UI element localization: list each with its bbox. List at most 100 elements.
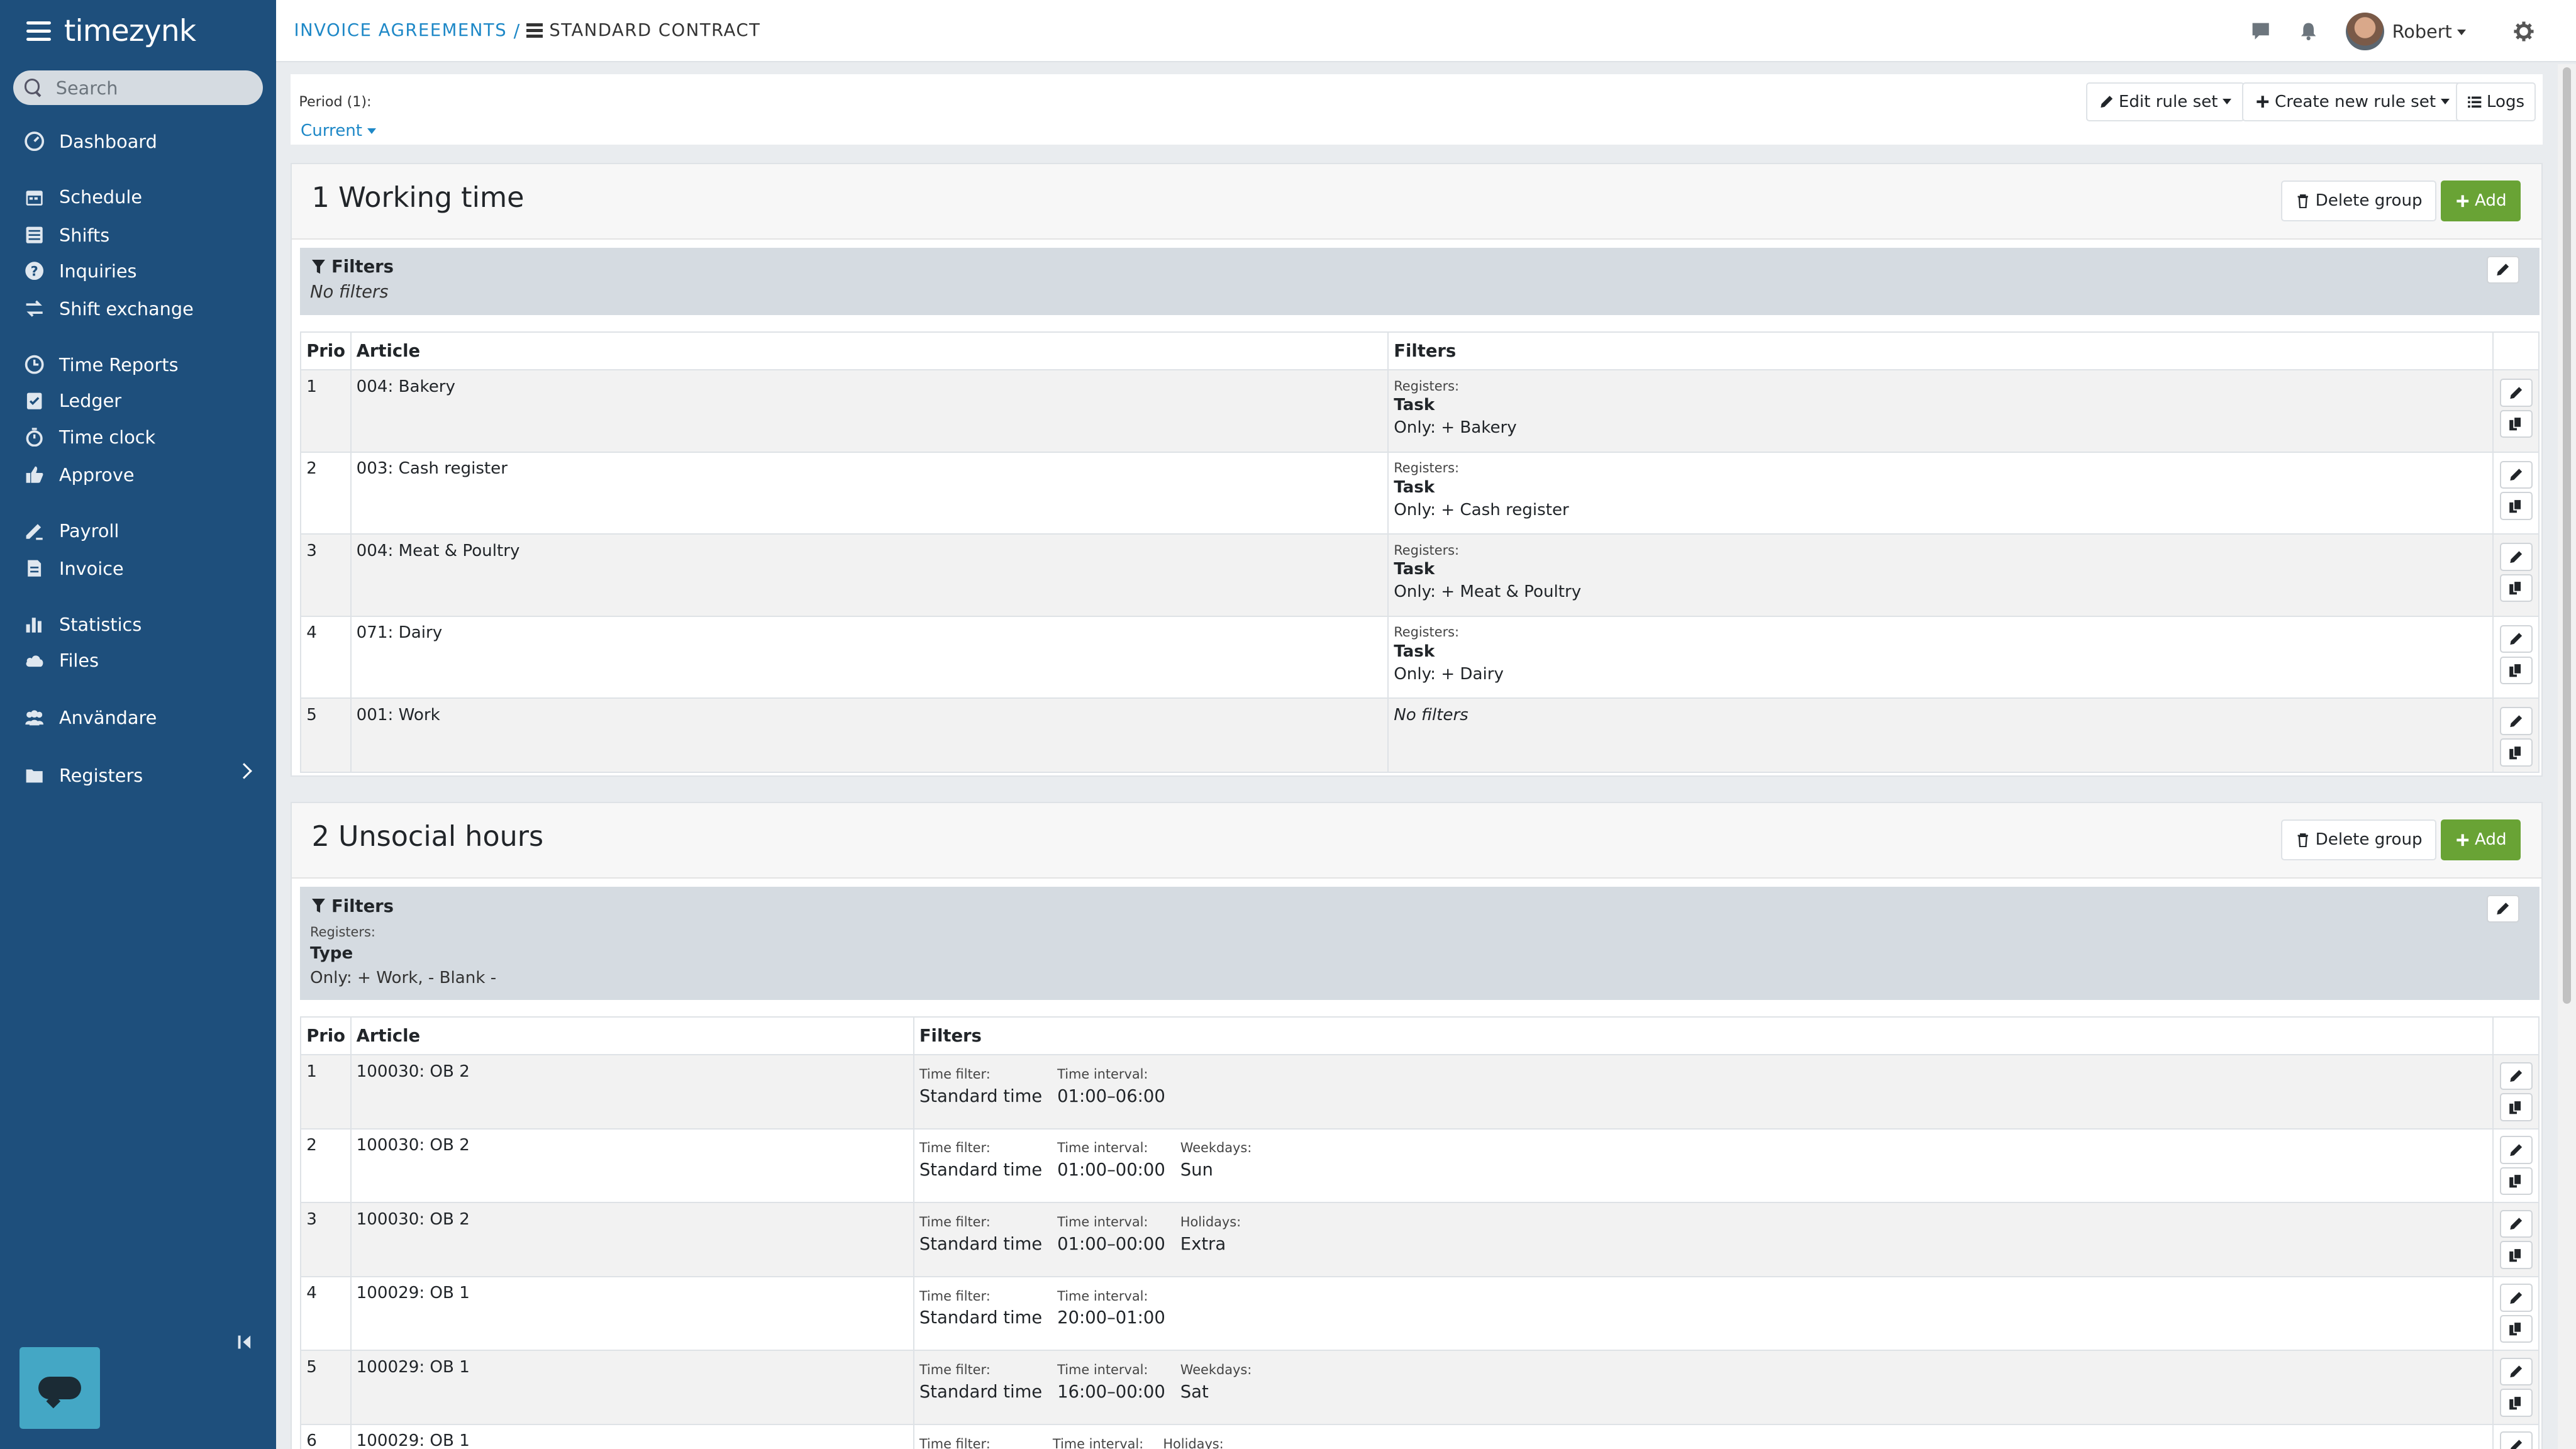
prio-cell: 2	[300, 1128, 352, 1204]
caret-down-icon	[2223, 99, 2232, 106]
copy-row-button[interactable]	[2500, 1389, 2533, 1417]
time-filter: Time filter: Standard time	[919, 1062, 1042, 1110]
edit-rule-set-button[interactable]: Edit rule set	[2086, 82, 2245, 122]
sidebar-item-users[interactable]: Användare	[0, 700, 276, 736]
logs-button[interactable]: Logs	[2455, 82, 2536, 122]
prio-cell: 4	[300, 1275, 352, 1352]
bell-icon[interactable]	[2299, 21, 2318, 41]
sidebar-item-schedule[interactable]: Schedule	[0, 179, 276, 215]
group-unsocial-hours: 2 Unsocial hours Delete group Add Filter…	[291, 801, 2543, 1449]
delete-group-button[interactable]: Delete group	[2281, 819, 2437, 861]
page-scrollbar[interactable]	[2557, 64, 2576, 1449]
copy-row-button[interactable]	[2500, 1241, 2533, 1269]
edit-row-button[interactable]	[2500, 460, 2533, 489]
add-button[interactable]: Add	[2440, 180, 2521, 221]
sidebar-item-label: Ledger	[59, 390, 122, 412]
messages-icon[interactable]	[2251, 21, 2270, 41]
cloud-icon	[25, 650, 44, 670]
edit-row-button[interactable]	[2500, 707, 2533, 735]
prio-cell: 2	[300, 451, 352, 535]
copy-row-button[interactable]	[2500, 1167, 2533, 1196]
table-row: 2 003: Cash register Registers: Task Onl…	[300, 451, 2540, 535]
copy-row-button[interactable]	[2500, 1314, 2533, 1343]
article-cell: 071: Dairy	[350, 615, 1389, 699]
edit-row-button[interactable]	[2500, 379, 2533, 407]
group-title: 1 Working time	[311, 182, 525, 214]
table-row: 6 100029: OB 1 Time filter: Time interva…	[300, 1423, 2540, 1449]
copy-row-button[interactable]	[2500, 492, 2533, 520]
scrollbar-thumb[interactable]	[2562, 67, 2571, 1004]
sidebar-item-files[interactable]: Files	[0, 642, 276, 678]
user-menu[interactable]: Robert	[2392, 21, 2466, 42]
sidebar-item-approve[interactable]: Approve	[0, 457, 276, 492]
sidebar-item-registers[interactable]: Registers	[0, 757, 276, 793]
add-button[interactable]: Add	[2440, 819, 2521, 861]
edit-row-button[interactable]	[2500, 1284, 2533, 1312]
article-cell: 100029: OB 1	[350, 1350, 914, 1425]
calendar-icon	[25, 187, 44, 207]
article-cell: 003: Cash register	[350, 451, 1389, 535]
plus-icon	[2457, 833, 2468, 846]
sidebar-item-shift-exchange[interactable]: Shift exchange	[0, 291, 276, 326]
article-cell: 100030: OB 2	[350, 1202, 914, 1277]
copy-row-button[interactable]	[2500, 409, 2533, 438]
sidebar-item-time-clock[interactable]: Time clock	[0, 419, 276, 455]
holidays: Holidays:	[1163, 1431, 1223, 1449]
brand-logo[interactable]: timezynk	[64, 14, 196, 48]
dashboard-icon	[25, 131, 45, 152]
chat-widget-button[interactable]	[19, 1346, 101, 1430]
table-row: 2 100030: OB 2 Time filter: Standard time…	[300, 1128, 2540, 1204]
search-icon	[25, 79, 43, 97]
pencil-icon	[2510, 1365, 2523, 1378]
time-interval: Time interval:	[1053, 1431, 1148, 1449]
edit-row-button[interactable]	[2500, 1136, 2533, 1164]
edit-row-button[interactable]	[2500, 1209, 2533, 1238]
sidebar-item-invoice[interactable]: Invoice	[0, 550, 276, 586]
copy-row-button[interactable]	[2500, 656, 2533, 684]
filters-cell: Time filter: Time interval: Holidays:	[913, 1423, 2494, 1449]
edit-row-button[interactable]	[2500, 543, 2533, 571]
sidebar-item-time-reports[interactable]: Time Reports	[0, 347, 276, 382]
delete-group-button[interactable]: Delete group	[2281, 180, 2437, 221]
edit-row-button[interactable]	[2500, 1357, 2533, 1386]
sidebar-item-statistics[interactable]: Statistics	[0, 606, 276, 642]
copy-icon	[2509, 1174, 2523, 1188]
edit-row-button[interactable]	[2500, 1062, 2533, 1091]
search-input[interactable]	[55, 77, 237, 99]
copy-row-button[interactable]	[2500, 738, 2533, 767]
period-select[interactable]: Current	[301, 121, 376, 140]
prio-cell: 6	[300, 1423, 352, 1449]
group-title: 2 Unsocial hours	[311, 821, 544, 853]
create-rule-set-button[interactable]: Create new rule set	[2242, 82, 2463, 122]
collapse-sidebar-icon[interactable]	[236, 1334, 253, 1350]
time-interval-value: 01:00–00:00	[1057, 1160, 1165, 1180]
filters-value: No filters	[310, 282, 389, 302]
plus-icon	[2256, 96, 2268, 108]
prio-cell: 5	[300, 697, 352, 773]
sidebar-item-dashboard[interactable]: Dashboard	[0, 123, 276, 159]
sidebar-item-payroll[interactable]: Payroll	[0, 513, 276, 548]
copy-row-button[interactable]	[2500, 574, 2533, 602]
sidebar-item-inquiries[interactable]: ? Inquiries	[0, 253, 276, 289]
actions-cell	[2492, 615, 2540, 699]
edit-filters-button[interactable]	[2486, 255, 2520, 284]
copy-row-button[interactable]	[2500, 1093, 2533, 1121]
filters-cell: Registers: Task Only: + Dairy	[1387, 615, 2494, 699]
pencil-icon	[2510, 1218, 2523, 1230]
time-filter: Time filter:	[919, 1431, 1038, 1449]
sidebar-item-ledger[interactable]: Ledger	[0, 383, 276, 419]
edit-row-button[interactable]	[2500, 625, 2533, 653]
sidebar-item-shifts[interactable]: Shifts	[0, 217, 276, 253]
edit-filters-button[interactable]	[2486, 894, 2520, 923]
register-value: Only: + Bakery	[1394, 418, 1517, 438]
gear-icon[interactable]	[2513, 21, 2534, 42]
copy-icon	[2509, 1321, 2523, 1336]
chat-icon	[38, 1376, 82, 1400]
breadcrumb-invoice-agreements[interactable]: INVOICE AGREEMENTS	[294, 21, 508, 40]
prio-cell: 1	[300, 1054, 352, 1130]
edit-row-button[interactable]	[2500, 1431, 2533, 1449]
registers-label: Registers:	[1394, 460, 1460, 476]
hamburger-menu-icon[interactable]	[26, 21, 51, 42]
filter-icon	[311, 899, 325, 913]
avatar[interactable]	[2346, 12, 2384, 50]
